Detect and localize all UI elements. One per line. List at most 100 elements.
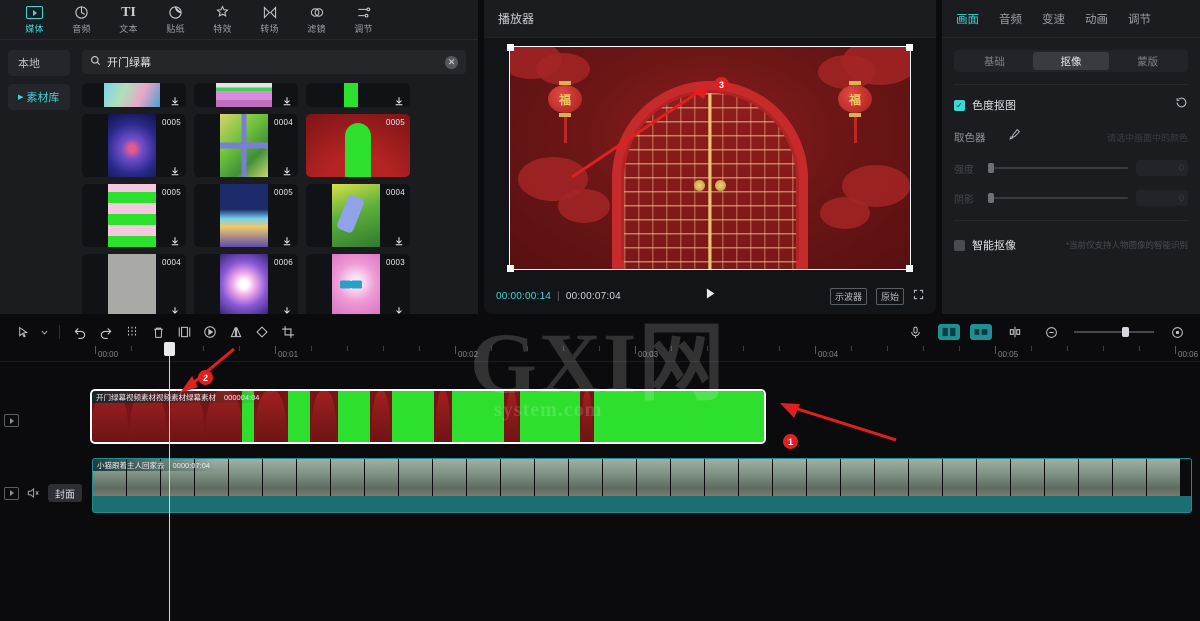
resize-handle-bottom-left[interactable] — [507, 265, 514, 272]
chroma-key-checkbox[interactable]: ✓ — [954, 99, 965, 111]
reset-icon[interactable] — [1175, 96, 1188, 114]
download-icon[interactable] — [394, 93, 404, 106]
tab-transition[interactable]: 转场 — [247, 1, 292, 39]
slider-track-intensity[interactable] — [988, 163, 1128, 173]
pipette-icon[interactable] — [1008, 128, 1021, 146]
cover-button[interactable]: 封面 — [48, 484, 82, 502]
tab-speed[interactable]: 变速 — [1042, 11, 1065, 27]
audio-mute-icon[interactable] — [26, 486, 41, 501]
keyframe-icon[interactable] — [197, 321, 223, 343]
split-icon[interactable] — [119, 321, 145, 343]
zoom-out-icon[interactable] — [1038, 321, 1064, 343]
select-tool-icon[interactable] — [10, 321, 36, 343]
auto-subtitle-icon[interactable] — [970, 324, 992, 340]
tab-adjust[interactable]: 调节 — [341, 1, 386, 39]
sidebar-item-library[interactable]: ▶ 素材库 — [8, 84, 70, 110]
download-icon[interactable] — [394, 233, 404, 246]
video-track-icon[interactable] — [4, 486, 19, 500]
zoom-in-icon[interactable] — [1164, 321, 1190, 343]
slider-row-intensity: 强度 0 — [942, 160, 1200, 176]
download-icon[interactable] — [394, 303, 404, 314]
close-icon[interactable]: ✕ — [445, 55, 458, 69]
video-track-icon[interactable] — [4, 414, 19, 427]
ruler-label: 00:03 — [638, 350, 659, 359]
slider-knob-shadow[interactable] — [988, 193, 994, 203]
segment-mask[interactable]: 蒙版 — [1109, 52, 1186, 70]
tab-animation[interactable]: 动画 — [1085, 11, 1108, 27]
download-icon[interactable] — [170, 93, 180, 106]
media-item[interactable]: 0004 — [82, 254, 186, 314]
media-item[interactable]: 0003 — [306, 254, 410, 314]
sidebar-item-local[interactable]: 本地 — [8, 50, 70, 76]
slider-value-shadow[interactable]: 0 — [1136, 190, 1188, 206]
clip-label-main: 小猫跟着主人回家去 0000:07:04 — [93, 459, 215, 471]
tab-media[interactable]: 媒体 — [12, 1, 57, 39]
microphone-icon[interactable] — [902, 321, 928, 343]
resize-handle-bottom-right[interactable] — [906, 265, 913, 272]
download-icon[interactable] — [282, 303, 292, 314]
segment-keying[interactable]: 抠像 — [1032, 52, 1110, 70]
media-item[interactable]: 0005 — [306, 114, 410, 177]
media-item[interactable]: 0005 — [194, 184, 298, 247]
tab-audio-label: 音频 — [72, 24, 91, 34]
crop-icon[interactable] — [275, 321, 301, 343]
scope-button[interactable]: 示波器 — [829, 287, 867, 305]
smart-matting-checkbox[interactable] — [954, 239, 965, 251]
playhead[interactable] — [164, 342, 175, 621]
properties-segment-control: 基础 抠像 蒙版 — [954, 50, 1188, 72]
download-icon[interactable] — [282, 93, 292, 106]
timeline-clip-greenscreen[interactable]: 开门绿幕视频素材视频素材绿幕素材 000004:04 — [90, 389, 766, 444]
tab-filter[interactable]: 滤镜 — [294, 1, 339, 39]
tab-adjust-props[interactable]: 调节 — [1128, 11, 1151, 27]
zoom-slider[interactable] — [1074, 327, 1154, 337]
tab-sticker[interactable]: 贴纸 — [153, 1, 198, 39]
timeline-ruler[interactable]: 00:00 00:01 00:02 00:03 00:04 00:05 00:0… — [0, 346, 1200, 362]
rotate-icon[interactable] — [249, 321, 275, 343]
crop-frame-icon[interactable] — [171, 321, 197, 343]
media-item[interactable] — [306, 83, 410, 107]
play-icon[interactable] — [703, 286, 718, 306]
manual-subtitle-icon[interactable] — [938, 324, 960, 340]
media-item[interactable]: 0005 — [82, 114, 186, 177]
filter-icon — [309, 4, 325, 21]
tab-effects[interactable]: 特效 — [200, 1, 245, 39]
media-item[interactable]: 0005 — [82, 184, 186, 247]
download-icon[interactable] — [170, 233, 180, 246]
resize-handle-top-right[interactable] — [906, 44, 913, 51]
slider-track-shadow[interactable] — [988, 193, 1128, 203]
delete-icon[interactable] — [145, 321, 171, 343]
tab-audio[interactable]: 音频 — [59, 1, 104, 39]
media-item[interactable]: 0004 — [306, 184, 410, 247]
tab-picture[interactable]: 画面 — [956, 11, 979, 27]
download-icon[interactable] — [170, 163, 180, 176]
slider-row-shadow: 阴影 0 — [942, 190, 1200, 206]
tab-text[interactable]: TI 文本 — [106, 1, 151, 39]
search-input[interactable]: 开门绿幕 — [107, 54, 439, 70]
media-item[interactable]: 0004 — [194, 114, 298, 177]
media-item[interactable] — [82, 83, 186, 107]
snap-icon[interactable] — [1002, 321, 1028, 343]
redo-icon[interactable] — [93, 321, 119, 343]
media-item[interactable]: 0006 — [194, 254, 298, 314]
timeline-clip-main[interactable]: 小猫跟着主人回家去 0000:07:04 — [92, 458, 1192, 513]
mirror-icon[interactable] — [223, 321, 249, 343]
slider-knob-intensity[interactable] — [988, 163, 994, 173]
media-item[interactable] — [194, 83, 298, 107]
original-button[interactable]: 原始 — [875, 287, 904, 305]
slider-value-intensity[interactable]: 0 — [1136, 160, 1188, 176]
zoom-slider-knob[interactable] — [1122, 327, 1129, 337]
fullscreen-icon[interactable] — [913, 287, 924, 305]
resize-handle-top-left[interactable] — [507, 44, 514, 51]
tab-audio-props[interactable]: 音频 — [999, 11, 1022, 27]
undo-icon[interactable] — [67, 321, 93, 343]
download-icon[interactable] — [170, 303, 180, 314]
video-preview-frame[interactable]: 福 福 3 — [507, 44, 913, 272]
download-icon[interactable] — [282, 233, 292, 246]
segment-basic[interactable]: 基础 — [956, 52, 1033, 70]
chevron-down-icon[interactable] — [36, 321, 52, 343]
playhead-handle[interactable] — [164, 342, 175, 356]
search-icon — [90, 55, 101, 69]
download-icon[interactable] — [282, 163, 292, 176]
ruler-label: 00:04 — [818, 350, 839, 359]
search-bar[interactable]: 开门绿幕 ✕ — [82, 50, 466, 74]
